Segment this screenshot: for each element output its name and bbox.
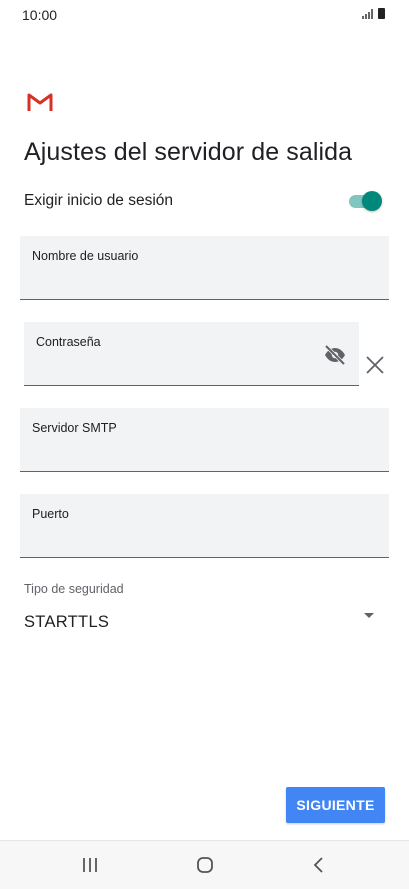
battery-icon [378,8,385,19]
back-icon[interactable] [308,853,332,877]
password-field[interactable]: Contraseña [24,322,359,386]
smtp-server-field[interactable]: Servidor SMTP [20,408,389,472]
gmail-icon [27,93,53,111]
caret-down-icon[interactable] [362,610,376,620]
smtp-server-label: Servidor SMTP [32,421,117,435]
port-label: Puerto [32,507,69,521]
toggle-thumb [362,191,382,211]
username-label: Nombre de usuario [32,249,139,263]
status-time: 10:00 [22,7,58,23]
password-label: Contraseña [36,335,101,349]
home-icon[interactable] [193,853,217,877]
page-title: Ajustes del servidor de salida [24,138,353,166]
status-bar: 10:00 [0,0,409,30]
close-icon[interactable] [364,354,386,376]
security-type-select[interactable]: STARTTLS [24,613,109,632]
next-button[interactable]: SIGUIENTE [286,787,385,823]
recents-icon[interactable] [78,853,102,877]
username-field[interactable]: Nombre de usuario [20,236,389,300]
signal-icon [362,9,373,19]
navigation-bar [0,840,409,889]
port-field[interactable]: Puerto [20,494,389,558]
login-required-toggle[interactable] [348,191,384,211]
login-required-label: Exigir inicio de sesión [24,192,174,209]
eye-off-icon[interactable] [323,343,347,367]
status-icons [362,8,385,19]
security-type-label: Tipo de seguridad [24,582,124,596]
